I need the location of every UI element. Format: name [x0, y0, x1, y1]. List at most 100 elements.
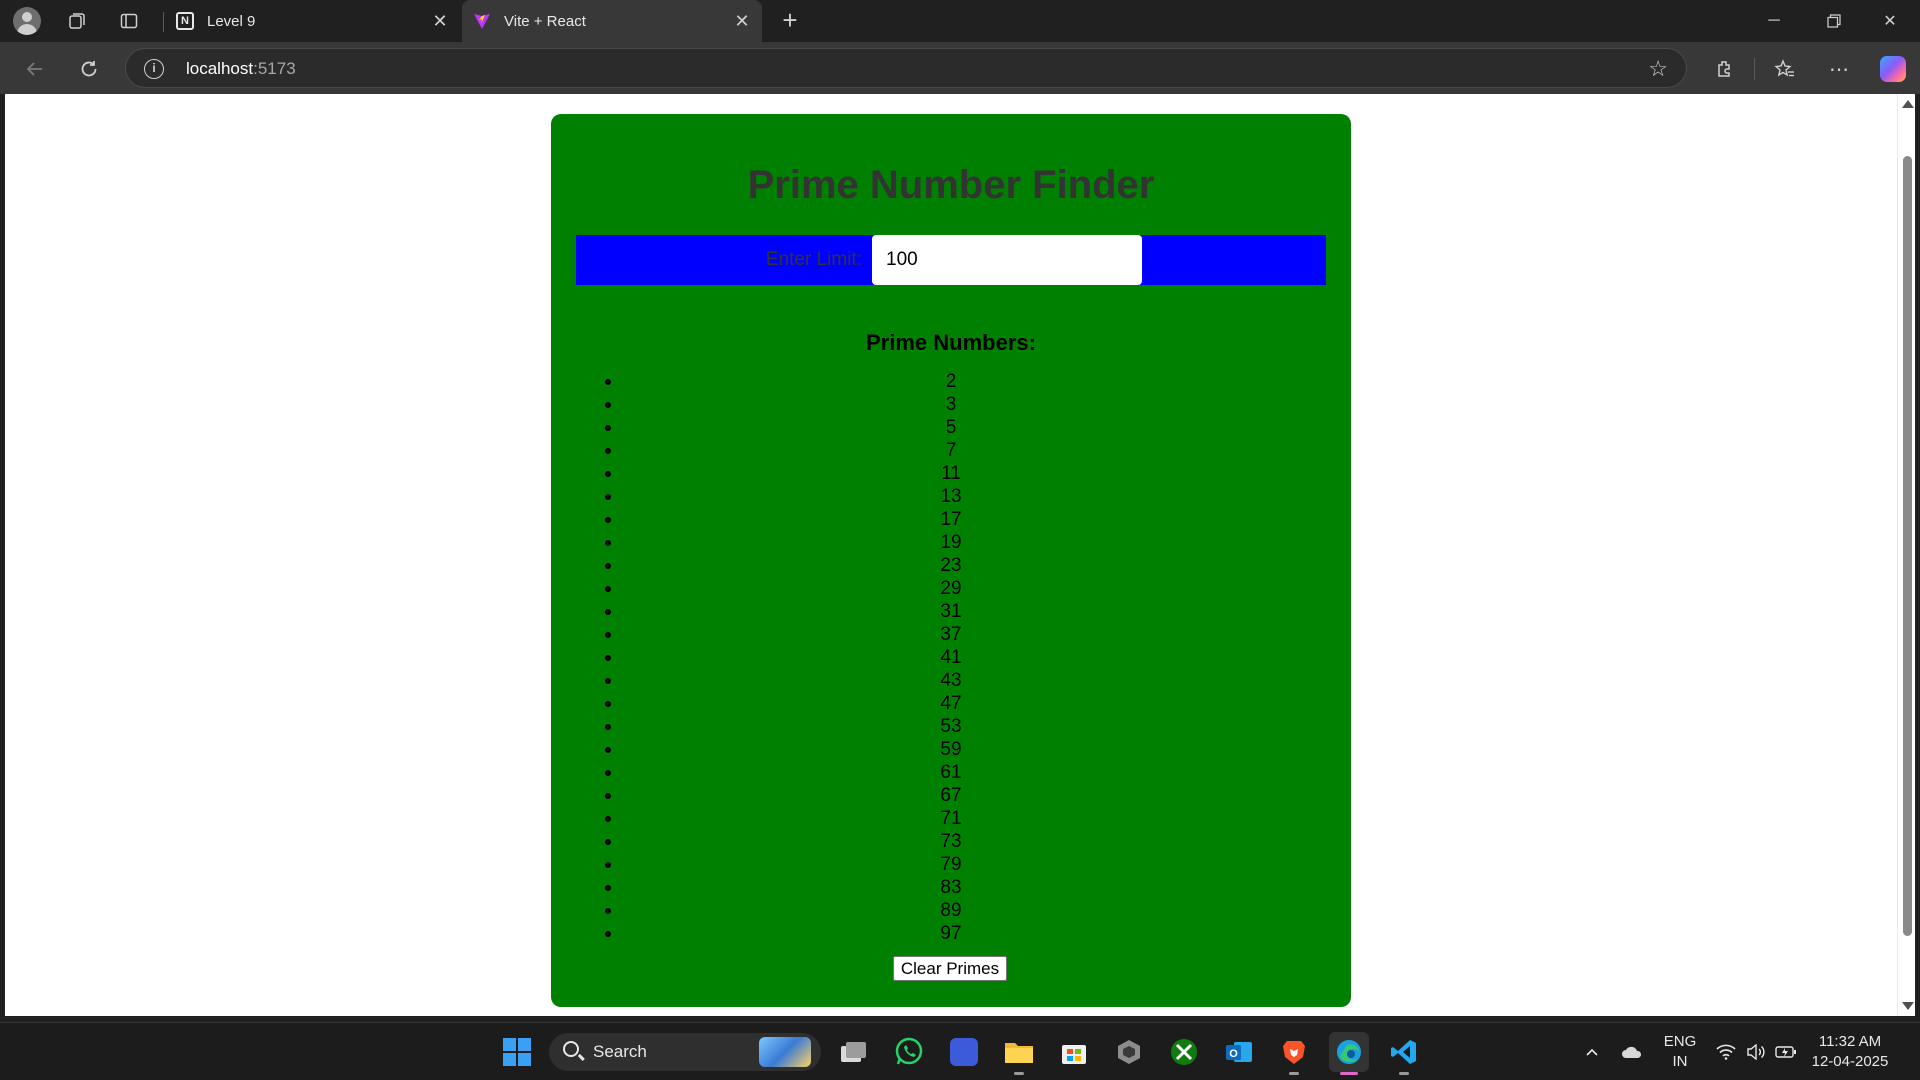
browser-titlebar: N Level 9 ✕ Vite + React ✕ + ─ ✕	[0, 0, 1920, 42]
prime-list-item: 53	[576, 715, 1326, 738]
tab-title: Vite + React	[504, 12, 586, 30]
tab-level-9[interactable]: N Level 9 ✕	[165, 0, 460, 42]
toolbar-separator	[1754, 58, 1755, 80]
file-explorer-icon[interactable]	[999, 1032, 1039, 1075]
back-button[interactable]	[18, 52, 52, 86]
running-indicator	[1014, 1072, 1024, 1075]
prime-list-item: 5	[576, 416, 1326, 439]
search-highlight-image	[759, 1037, 811, 1067]
search-icon	[563, 1041, 579, 1057]
scroll-up-arrow-icon[interactable]	[1902, 100, 1914, 108]
clear-primes-button[interactable]: Clear Primes	[893, 956, 1007, 981]
prime-list-item: 83	[576, 876, 1326, 899]
svg-text:O: O	[1229, 1048, 1238, 1060]
refresh-button[interactable]	[72, 52, 106, 86]
clock-date: 12-04-2025	[1811, 1053, 1889, 1070]
extensions-icon[interactable]	[1707, 52, 1741, 86]
prime-list-item: 73	[576, 830, 1326, 853]
tab-vite-react[interactable]: Vite + React ✕	[462, 0, 762, 42]
prime-list-item: 31	[576, 600, 1326, 623]
prime-list-item: 43	[576, 669, 1326, 692]
primes-heading: Prime Numbers:	[866, 330, 1036, 355]
tab-title: Level 9	[207, 12, 256, 30]
scroll-down-arrow-icon[interactable]	[1902, 1002, 1914, 1010]
profile-avatar[interactable]	[12, 6, 42, 36]
language-indicator[interactable]: ENG IN	[1660, 1032, 1700, 1072]
xbox-icon[interactable]	[1164, 1032, 1204, 1072]
browser-toolbar: i localhost:5173 ☆ ⋯	[0, 42, 1920, 94]
prime-list-item: 97	[576, 922, 1326, 945]
limit-label: Enter Limit:	[765, 249, 862, 270]
prime-list-item: 17	[576, 508, 1326, 531]
avatar-icon	[13, 7, 41, 35]
outlook-icon[interactable]: O	[1219, 1032, 1259, 1072]
edge-icon[interactable]	[1329, 1032, 1369, 1075]
whatsapp-icon[interactable]	[889, 1032, 929, 1072]
close-tab-icon[interactable]: ✕	[430, 11, 450, 31]
prime-list-item: 13	[576, 485, 1326, 508]
notion-favicon-icon: N	[175, 11, 195, 31]
restore-button[interactable]	[1806, 0, 1862, 42]
vertical-tabs-icon[interactable]	[114, 6, 144, 36]
app-icon-blue[interactable]	[944, 1032, 984, 1072]
close-window-button[interactable]: ✕	[1862, 0, 1918, 42]
start-button[interactable]	[497, 1032, 537, 1072]
task-view-icon[interactable]	[834, 1032, 874, 1072]
prime-list-item: 71	[576, 807, 1326, 830]
prime-list: 2 3 5 7 11 13 17 19 23 29 31 37 41 43 47 53 59 61 67 71 73 79…	[576, 370, 1326, 945]
vite-favicon-icon	[472, 11, 492, 31]
window-frame	[1915, 94, 1920, 1016]
taskbar-search[interactable]: Search	[549, 1033, 821, 1071]
prime-list-item: 29	[576, 577, 1326, 600]
prime-finder-card: Prime Number Finder Enter Limit: Prime N…	[551, 114, 1351, 1007]
limit-input[interactable]	[872, 235, 1142, 285]
prime-list-item: 11	[576, 462, 1326, 485]
vscode-icon[interactable]	[1384, 1032, 1424, 1075]
page-scrollbar[interactable]	[1897, 94, 1915, 1016]
favorites-icon[interactable]	[1768, 52, 1802, 86]
prime-list-item: 7	[576, 439, 1326, 462]
minimize-button[interactable]: ─	[1746, 0, 1802, 42]
prime-list-item: 79	[576, 853, 1326, 876]
active-indicator	[1340, 1072, 1358, 1075]
running-indicator	[1289, 1072, 1299, 1075]
prime-list-item: 61	[576, 761, 1326, 784]
prime-list-item: 89	[576, 899, 1326, 922]
app-icon-hexagon[interactable]	[1109, 1032, 1149, 1072]
prime-list-item: 23	[576, 554, 1326, 577]
new-tab-button[interactable]: +	[775, 6, 805, 36]
page-viewport: Prime Number Finder Enter Limit: Prime N…	[5, 94, 1897, 1016]
show-hidden-icons-chevron-icon[interactable]	[1572, 1032, 1612, 1072]
prime-list-item: 67	[576, 784, 1326, 807]
running-indicator	[1399, 1072, 1409, 1075]
brave-icon[interactable]	[1274, 1032, 1314, 1075]
language-code: ENG	[1663, 1033, 1697, 1050]
clock-time: 11:32 AM	[1818, 1033, 1882, 1050]
microsoft-store-icon[interactable]	[1054, 1032, 1094, 1072]
prime-list-item: 41	[576, 646, 1326, 669]
prime-list-item: 3	[576, 393, 1326, 416]
prime-list-item: 59	[576, 738, 1326, 761]
onedrive-cloud-icon[interactable]	[1612, 1032, 1652, 1072]
workspaces-icon[interactable]	[62, 6, 92, 36]
address-bar[interactable]: i localhost:5173 ☆	[125, 48, 1687, 88]
tab-separator	[163, 12, 164, 32]
prime-list-item: 19	[576, 531, 1326, 554]
scrollbar-thumb[interactable]	[1903, 156, 1912, 936]
favorite-star-icon[interactable]: ☆	[1648, 56, 1668, 82]
windows-logo-icon	[503, 1038, 531, 1066]
close-tab-icon[interactable]: ✕	[732, 11, 752, 31]
prime-list-item: 47	[576, 692, 1326, 715]
prime-list-item: 2	[576, 370, 1326, 393]
url-text: localhost:5173	[186, 59, 296, 78]
copilot-icon[interactable]	[1876, 52, 1910, 86]
region-code: IN	[1672, 1053, 1688, 1070]
site-info-icon[interactable]: i	[144, 59, 164, 79]
windows-taskbar: Search O ENG IN 11:32 AM 12-04-2025	[0, 1022, 1920, 1080]
search-label: Search	[593, 1042, 647, 1061]
prime-list-item: 37	[576, 623, 1326, 646]
system-clock[interactable]: 11:32 AM 12-04-2025	[1800, 1032, 1900, 1072]
more-options-icon[interactable]: ⋯	[1822, 52, 1856, 86]
page-title: Prime Number Finder	[747, 163, 1155, 207]
limit-input-row: Enter Limit:	[576, 235, 1326, 285]
